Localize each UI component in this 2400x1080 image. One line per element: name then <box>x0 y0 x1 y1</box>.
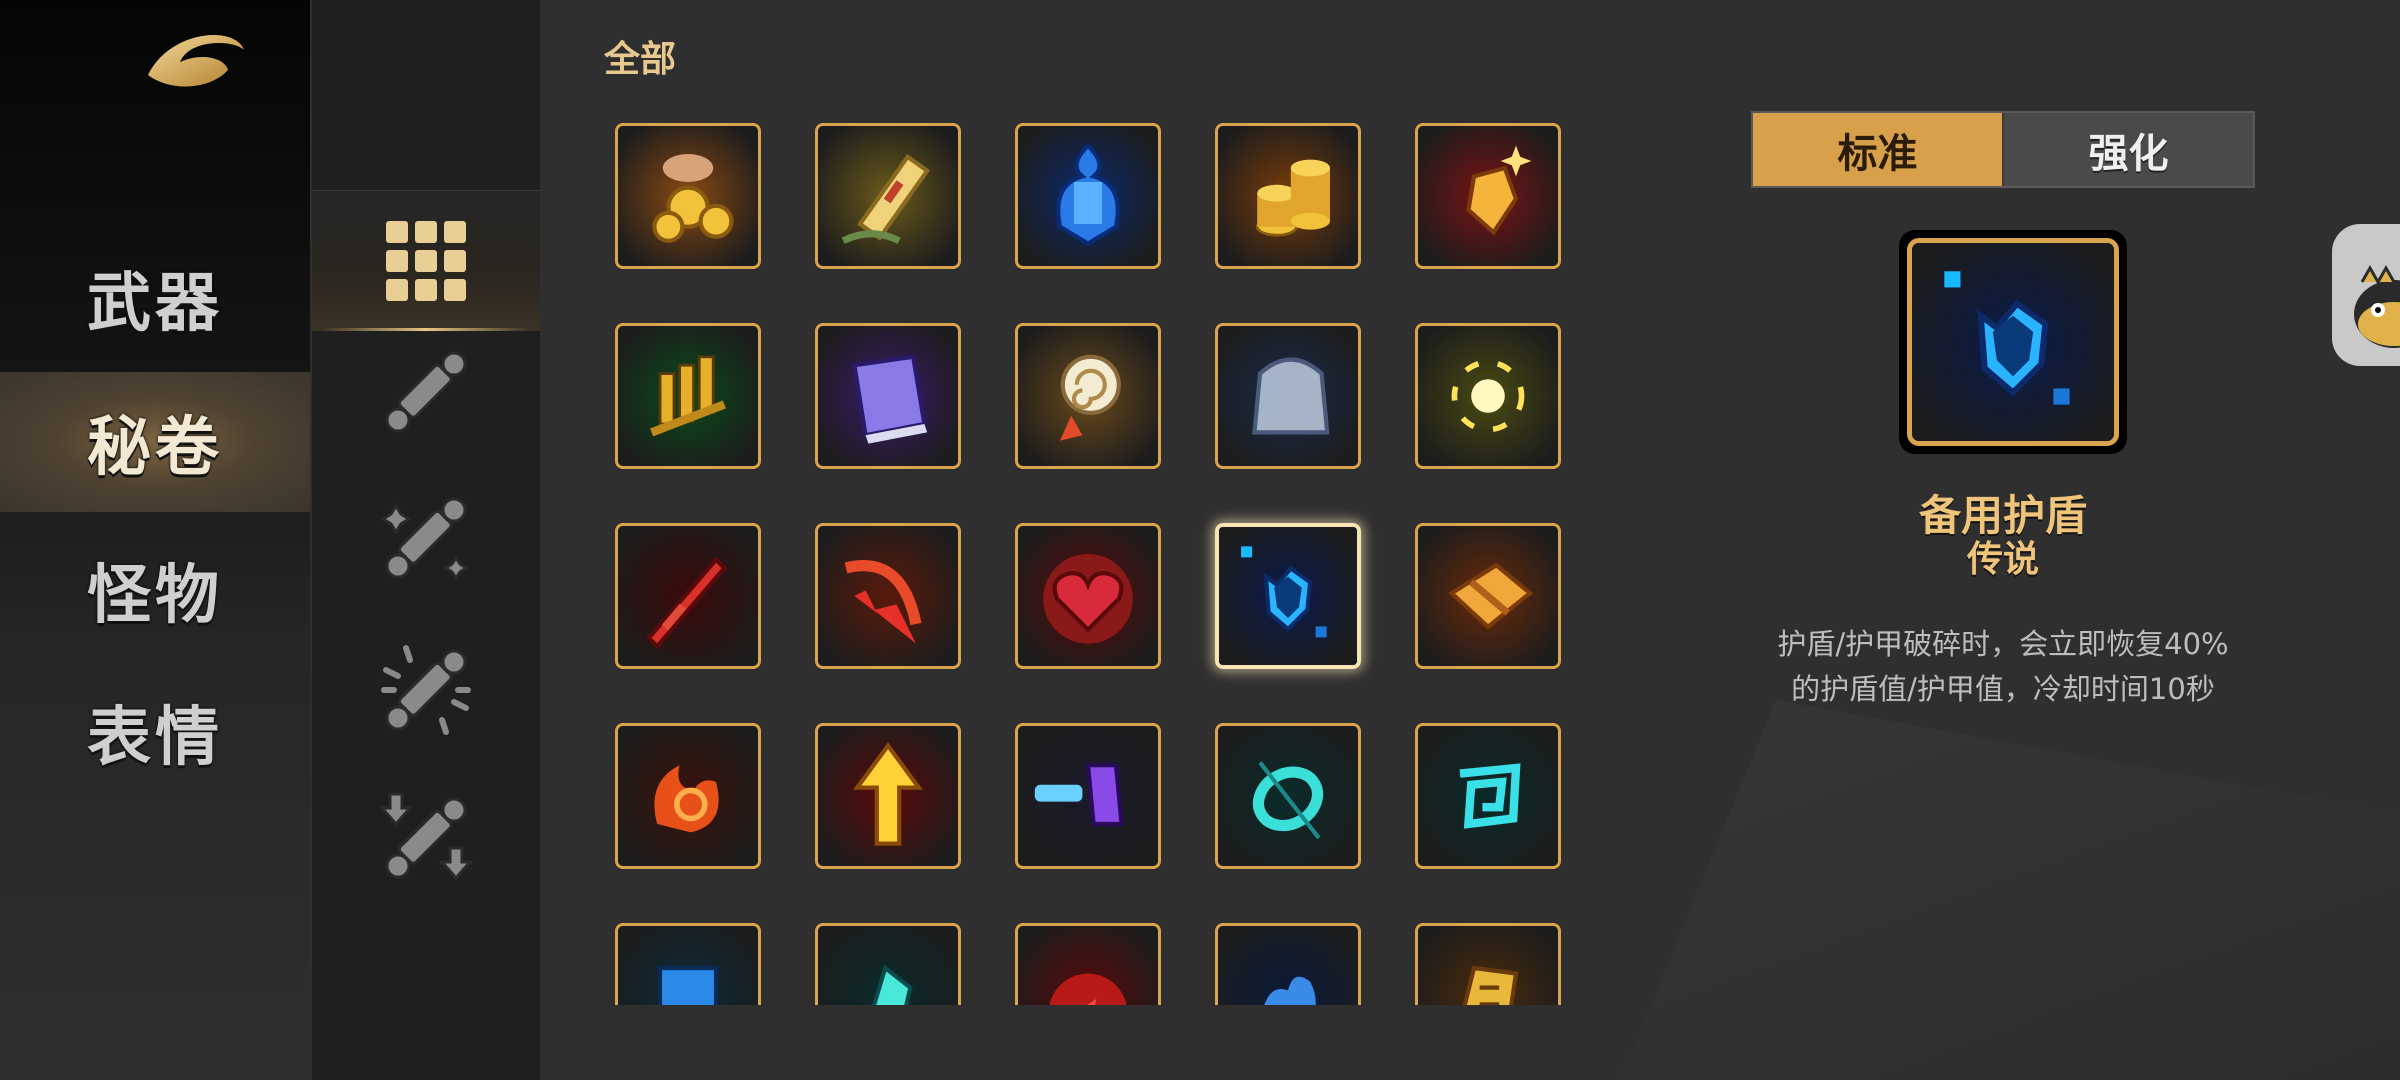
scroll-card[interactable] <box>815 323 961 469</box>
red-crystal-icon <box>1418 126 1558 266</box>
category-weapons[interactable]: 武器 <box>0 228 310 368</box>
filter-plain-scroll[interactable] <box>312 322 540 462</box>
scroll-card[interactable] <box>615 923 761 1005</box>
scroll-card[interactable] <box>615 123 761 269</box>
background-wedge <box>1620 700 2400 1080</box>
game-logo-icon <box>140 20 250 100</box>
side-drawer-button[interactable] <box>2332 224 2400 366</box>
variant-tab-bar: 标准 强化 <box>1751 111 2255 188</box>
filter-downgrade-scroll[interactable] <box>312 768 540 908</box>
golden-bundle-icon <box>1418 526 1558 666</box>
red-orb-icon <box>1018 926 1158 1005</box>
scroll-card[interactable] <box>815 123 961 269</box>
category-panel: 武器 秘卷 怪物 表情 <box>0 0 310 1080</box>
scroll-card[interactable] <box>615 323 761 469</box>
purple-book-icon <box>818 326 958 466</box>
filter-all[interactable] <box>312 190 540 331</box>
teal-crystal-icon <box>818 926 958 1005</box>
scroll-card[interactable] <box>1215 323 1361 469</box>
coin-stack-icon <box>1218 126 1358 266</box>
scroll-card[interactable] <box>1215 723 1361 869</box>
filter-burst-scroll[interactable] <box>312 620 540 760</box>
scroll-card[interactable] <box>1415 123 1561 269</box>
red-slash-icon <box>818 526 958 666</box>
scroll-card[interactable] <box>1215 523 1361 669</box>
scroll-burst-icon <box>381 645 471 735</box>
yellow-spark-icon <box>1418 326 1558 466</box>
grey-stone-icon <box>1218 326 1358 466</box>
tab-standard[interactable]: 标准 <box>1753 113 2002 186</box>
grid-all-icon <box>386 221 466 301</box>
filter-sparkle-scroll[interactable] <box>312 468 540 608</box>
scroll-plain-icon <box>385 351 467 433</box>
mascot-icon <box>2354 264 2400 348</box>
blue-splash-icon <box>1218 926 1358 1005</box>
yellow-arrow-icon <box>818 726 958 866</box>
teal-spiral-icon <box>1418 726 1558 866</box>
golden-scroll-icon <box>818 126 958 266</box>
scroll-card[interactable] <box>1415 323 1561 469</box>
scroll-card[interactable] <box>815 923 961 1005</box>
red-sword-icon <box>618 526 758 666</box>
purple-blaster-icon <box>1018 726 1158 866</box>
scroll-card[interactable] <box>1415 523 1561 669</box>
blue-helmet-icon <box>618 926 758 1005</box>
green-bullets-icon <box>618 326 758 466</box>
scroll-card[interactable] <box>1015 523 1161 669</box>
category-emotes[interactable]: 表情 <box>0 662 310 802</box>
scroll-card[interactable] <box>1415 723 1561 869</box>
fire-cycle-icon <box>618 726 758 866</box>
category-scrolls[interactable]: 秘卷 <box>0 372 310 512</box>
scroll-card[interactable] <box>1015 323 1161 469</box>
scroll-card[interactable] <box>815 723 961 869</box>
item-description: 护盾/护甲破碎时，会立即恢复40%的护盾值/护甲值，冷却时间10秒 <box>1777 627 2229 706</box>
scroll-sparkle-icon <box>380 497 469 581</box>
blue-shield-icon <box>1219 527 1357 665</box>
section-title: 全部 <box>604 39 677 80</box>
item-grid <box>560 100 1620 1005</box>
blue-shield-icon <box>1907 238 2119 446</box>
category-monsters[interactable]: 怪物 <box>0 520 310 660</box>
red-heart-icon <box>1018 526 1158 666</box>
gold-coins-hand-icon <box>618 126 758 266</box>
scroll-card[interactable] <box>1015 123 1161 269</box>
scroll-card[interactable] <box>1015 923 1161 1005</box>
scroll-card[interactable] <box>615 523 761 669</box>
scroll-card[interactable] <box>1215 123 1361 269</box>
sub-filter-panel <box>312 0 540 1080</box>
golden-rune-icon <box>1418 926 1558 1005</box>
detail-item-frame <box>1899 230 2127 454</box>
item-rarity: 传说 <box>1966 539 2039 580</box>
tab-enhanced[interactable]: 强化 <box>2002 113 2253 186</box>
scroll-down-arrows-icon <box>378 792 474 881</box>
scroll-card[interactable] <box>1415 923 1561 1005</box>
scroll-card[interactable] <box>1015 723 1161 869</box>
scroll-card[interactable] <box>815 523 961 669</box>
blue-potion-icon <box>1018 126 1158 266</box>
spiral-scroll-icon <box>1018 326 1158 466</box>
scroll-card[interactable] <box>1215 923 1361 1005</box>
scroll-card[interactable] <box>615 723 761 869</box>
teal-ring-icon <box>1218 726 1358 866</box>
